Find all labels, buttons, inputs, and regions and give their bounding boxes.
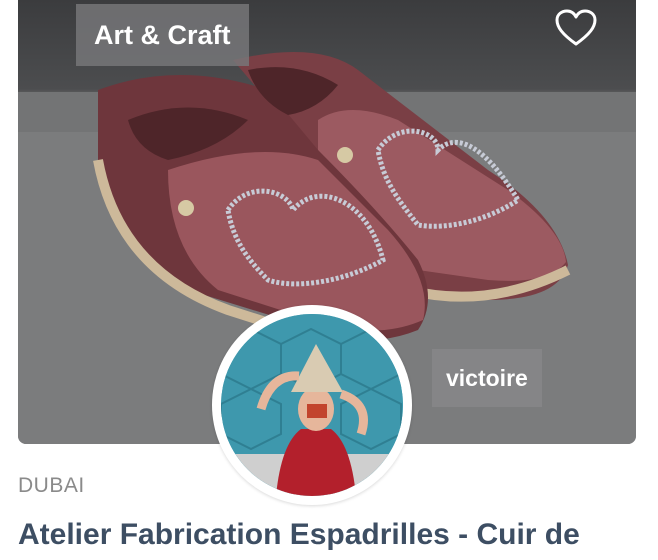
experience-card[interactable]: Art & Craft victoire DUBAI Atelier Fabri… xyxy=(0,0,658,560)
host-name-badge[interactable]: victoire xyxy=(432,349,542,407)
category-label: Art & Craft xyxy=(94,19,231,50)
host-name: victoire xyxy=(446,364,528,391)
location-label: DUBAI xyxy=(18,474,85,497)
category-badge: Art & Craft xyxy=(76,4,249,66)
host-avatar[interactable] xyxy=(212,305,412,505)
heart-outline-icon xyxy=(555,9,597,46)
experience-title[interactable]: Atelier Fabrication Espadrilles - Cuir d… xyxy=(18,518,658,552)
avatar-photo xyxy=(221,314,403,496)
favorite-button[interactable] xyxy=(552,6,600,50)
